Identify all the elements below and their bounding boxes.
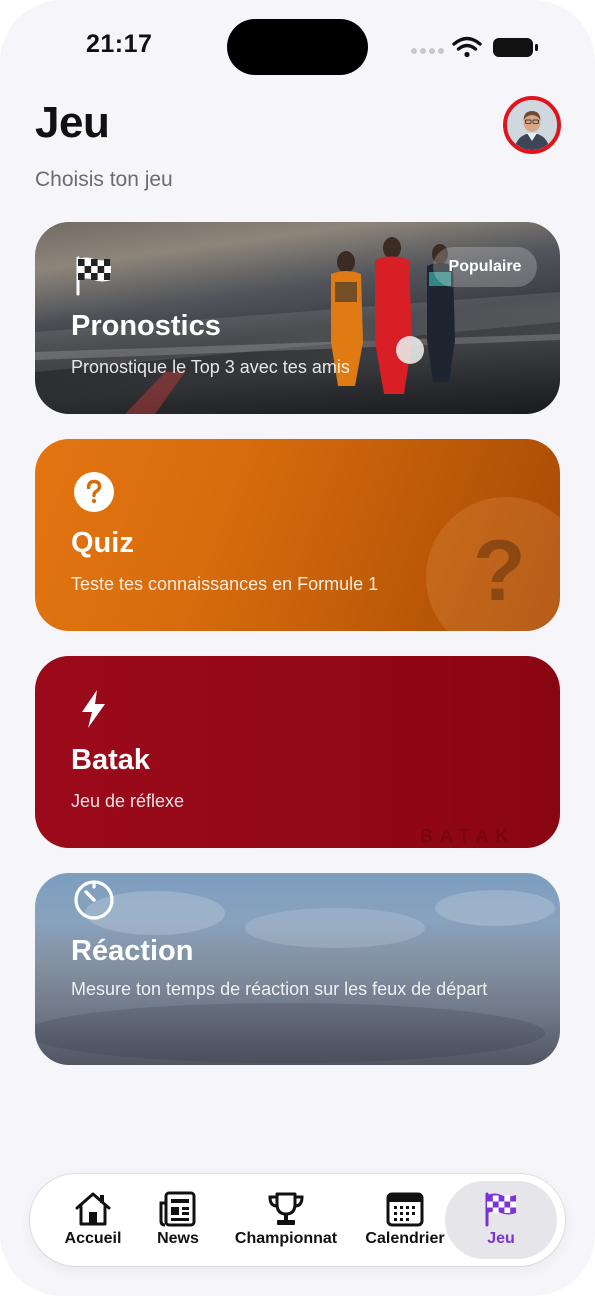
card-description: Mesure ton temps de réaction sur les feu…: [71, 979, 488, 999]
home-icon: [75, 1192, 111, 1226]
tab-championnat[interactable]: Championnat: [226, 1174, 346, 1266]
checkered-flag-icon: [76, 256, 111, 296]
card-title: Batak: [71, 744, 150, 776]
profile-avatar[interactable]: [503, 96, 561, 154]
tab-bar: Accueil News Championnat Calendrier Jeu: [30, 1174, 565, 1266]
question-circle-icon: [74, 472, 114, 512]
checkered-flag-icon: [485, 1192, 516, 1227]
card-reaction[interactable]: Réaction Mesure ton temps de réaction su…: [35, 873, 560, 1065]
card-pronostics[interactable]: Pronostics Pronostique le Top 3 avec tes…: [35, 222, 560, 414]
calendar-icon: [386, 1192, 424, 1227]
trophy-icon: [268, 1192, 304, 1225]
tab-label: News: [157, 1230, 199, 1247]
tab-label: Championnat: [234, 1230, 338, 1247]
card-batak[interactable]: Batak Jeu de réflexe BATAK: [35, 656, 560, 848]
card-title: Pronostics: [71, 310, 221, 342]
status-icons: [411, 36, 538, 58]
card-description: Jeu de réflexe: [71, 791, 185, 811]
card-title: Quiz: [71, 527, 134, 559]
tab-label: Calendrier: [365, 1230, 445, 1247]
card-quiz[interactable]: ? Quiz Teste tes connaissances en Formul…: [35, 439, 560, 631]
timer-icon: [74, 880, 114, 920]
lightning-icon: [82, 690, 105, 728]
page-title: Jeu: [35, 98, 110, 147]
phone-screen: 21:17 Jeu Choisis ton jeu Pronostics Pro…: [0, 0, 595, 1296]
battery-icon: [493, 38, 538, 57]
avatar-image: [507, 100, 557, 150]
newspaper-icon: [159, 1191, 196, 1227]
card-title: Réaction: [71, 935, 194, 967]
signal-icon: [411, 48, 444, 54]
batak-watermark: BATAK: [420, 826, 516, 846]
wifi-icon: [452, 36, 482, 58]
tab-label: Jeu: [487, 1230, 515, 1247]
card-description: Teste tes connaissances en Formule 1: [71, 574, 379, 594]
status-time: 21:17: [86, 30, 153, 58]
popular-badge: Populaire: [433, 247, 537, 287]
card-description: Pronostique le Top 3 avec tes amis: [71, 357, 350, 377]
dynamic-island: [227, 19, 368, 75]
tab-jeu[interactable]: Jeu: [462, 1174, 540, 1266]
page-subtitle: Choisis ton jeu: [35, 168, 173, 191]
tab-accueil[interactable]: Accueil: [54, 1174, 132, 1266]
tab-calendrier[interactable]: Calendrier: [358, 1174, 452, 1266]
tab-news[interactable]: News: [140, 1174, 216, 1266]
tab-label: Accueil: [64, 1230, 122, 1247]
